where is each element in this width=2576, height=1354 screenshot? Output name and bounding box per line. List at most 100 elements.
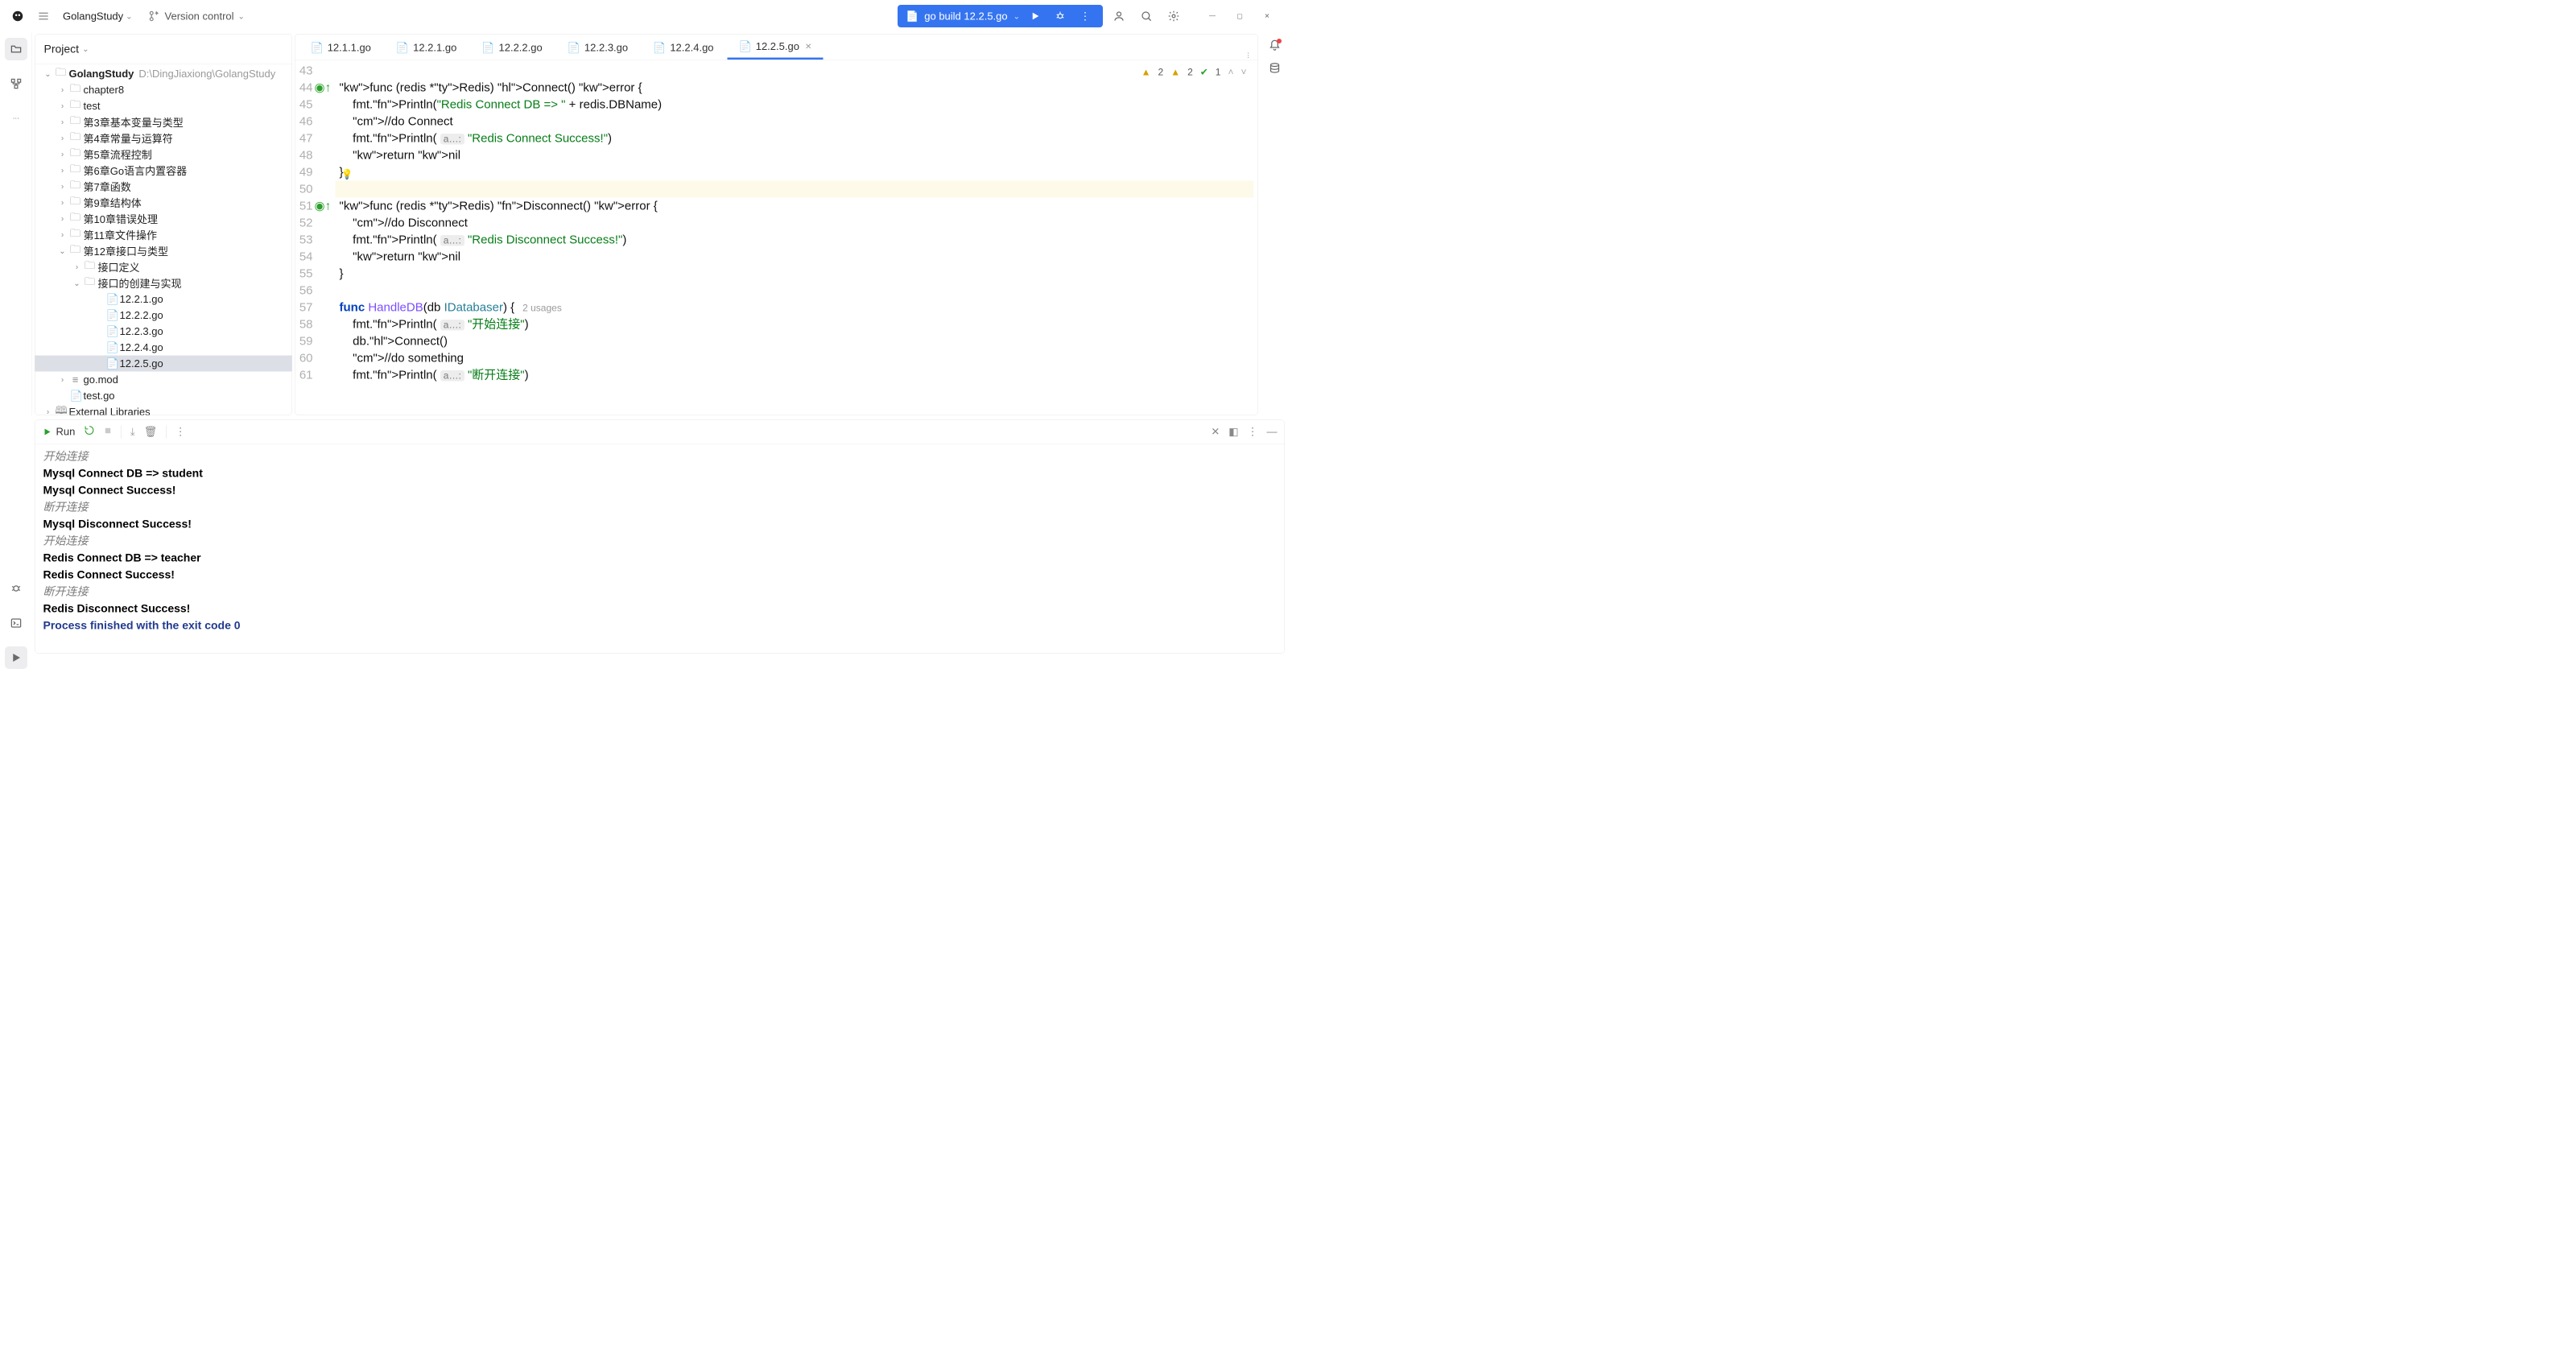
run-output[interactable]: 开始连接Mysql Connect DB => studentMysql Con… — [35, 444, 1285, 654]
run-config-widget[interactable]: 📄 go build 12.2.5.go ⌄ ⋮ — [898, 5, 1103, 27]
editor-tab[interactable]: 📄12.2.5.go✕ — [728, 35, 824, 60]
window-maximize-button[interactable]: ▢ — [1228, 5, 1251, 27]
more-tools-icon[interactable]: ⋯ — [5, 107, 27, 130]
code-line[interactable]: fmt."fn">Println("Redis Connect DB => " … — [340, 97, 1258, 114]
tree-node[interactable]: ›≡go.mod — [35, 372, 292, 388]
gutter-row[interactable]: 45 — [295, 97, 331, 114]
code-line[interactable]: "kw">return "kw">nil — [340, 249, 1258, 266]
project-selector[interactable]: GolangStudy ⌄ — [63, 10, 133, 23]
tree-node[interactable]: ›🗀chapter8 — [35, 82, 292, 98]
tree-node[interactable]: ›🗀第11章文件操作 — [35, 227, 292, 243]
code-line[interactable]: "cm">//do something — [340, 350, 1258, 367]
project-tree[interactable]: ⌄🗀GolangStudyD:\DingJiaxiong\GolangStudy… — [35, 64, 292, 415]
gutter-row[interactable]: 56 — [295, 283, 331, 299]
clear-icon[interactable]: 🗑 — [144, 426, 158, 439]
tree-node[interactable]: ›🗀第4章常量与运算符 — [35, 130, 292, 147]
code-line[interactable]: } — [340, 266, 1258, 283]
gutter-row[interactable]: 58 — [295, 316, 331, 333]
gutter-row[interactable]: 60 — [295, 350, 331, 367]
code-line[interactable] — [340, 63, 1258, 80]
tabs-more-icon[interactable]: ⋮ — [1245, 52, 1252, 60]
tree-node[interactable]: ⌄🗀接口的创建与实现 — [35, 275, 292, 291]
tree-node[interactable]: ›🗀第6章Go语言内置容器 — [35, 163, 292, 179]
project-tool-icon[interactable] — [5, 38, 27, 60]
code-line[interactable]: "kw">func (redis *"ty">Redis) "fn">Disco… — [340, 198, 1258, 215]
database-tool-icon[interactable] — [1269, 63, 1281, 77]
code-line[interactable]: func HandleDB(db IDatabaser) {2 usages — [340, 299, 1258, 316]
run-more-icon[interactable]: ⋮ — [175, 426, 186, 439]
inspections-widget[interactable]: ▲2 ▲2 ✔1 ˄ ˅ — [1141, 64, 1247, 81]
minimize-run-icon[interactable]: — — [1267, 426, 1278, 439]
window-minimize-button[interactable]: — — [1201, 5, 1224, 27]
run-tool-icon[interactable] — [5, 646, 27, 669]
tree-node[interactable]: 📄12.2.4.go — [35, 340, 292, 356]
tree-node[interactable]: ›🗀第9章结构体 — [35, 195, 292, 211]
gutter-row[interactable]: 49 — [295, 164, 331, 181]
editor-code[interactable]: "kw">func (redis *"ty">Redis) "hl">Conne… — [336, 60, 1258, 415]
editor-tab[interactable]: 📄12.1.1.go — [299, 35, 382, 60]
editor-tab[interactable]: 📄12.2.1.go — [385, 35, 468, 60]
vcs-widget[interactable]: Version control ⌄ — [149, 10, 245, 23]
tree-node[interactable]: 📄12.2.3.go — [35, 324, 292, 340]
stop-icon[interactable] — [103, 426, 112, 439]
search-icon[interactable] — [1135, 5, 1158, 27]
code-line[interactable]: } — [340, 164, 1258, 181]
gutter-row[interactable]: 47 — [295, 130, 331, 147]
structure-tool-icon[interactable] — [5, 72, 27, 95]
tree-node[interactable]: ⌄🗀第12章接口与类型 — [35, 243, 292, 259]
terminal-tool-icon[interactable] — [5, 612, 27, 634]
more-actions-icon[interactable]: ⋮ — [1075, 5, 1095, 27]
code-line[interactable]: "cm">//do Connect — [340, 114, 1258, 130]
services-tool-icon[interactable] — [5, 577, 27, 600]
code-line[interactable]: fmt."fn">Println( a…: "Redis Disconnect … — [340, 232, 1258, 249]
code-line[interactable]: "kw">return "kw">nil — [340, 147, 1258, 164]
prev-highlight-icon[interactable]: ˄ — [1228, 64, 1233, 81]
debug-button[interactable] — [1051, 5, 1070, 27]
run-button[interactable] — [1026, 5, 1045, 27]
intention-bulb-icon[interactable]: 💡 — [341, 167, 353, 184]
code-line[interactable]: "cm">//do Disconnect — [340, 215, 1258, 232]
gutter-row[interactable]: 61 — [295, 367, 331, 384]
code-line[interactable]: fmt."fn">Println( a…: "开始连接") — [340, 316, 1258, 333]
code-with-me-icon[interactable] — [1108, 5, 1130, 27]
options-icon[interactable]: ⋮ — [1248, 426, 1258, 439]
gutter-row[interactable]: 57 — [295, 299, 331, 316]
gutter-row[interactable]: 52 — [295, 215, 331, 232]
gutter-row[interactable]: 51◉↑ — [295, 198, 331, 215]
close-tab-icon[interactable]: ✕ — [805, 42, 811, 52]
settings-icon[interactable] — [1162, 5, 1185, 27]
window-close-button[interactable]: ✕ — [1256, 5, 1278, 27]
gutter-row[interactable]: 54 — [295, 249, 331, 266]
tree-node[interactable]: ›🗀第3章基本变量与类型 — [35, 114, 292, 130]
main-menu-button[interactable] — [35, 8, 52, 24]
editor-tab[interactable]: 📄12.2.4.go — [642, 35, 724, 60]
code-line[interactable]: fmt."fn">Println( a…: "Redis Connect Suc… — [340, 130, 1258, 147]
next-highlight-icon[interactable]: ˅ — [1241, 64, 1246, 81]
tree-node[interactable]: ›🗀第10章错误处理 — [35, 211, 292, 227]
tree-node[interactable]: ›🗀接口定义 — [35, 259, 292, 275]
code-line[interactable]: db."hl">Connect() — [340, 333, 1258, 350]
code-editor[interactable]: 4344◉↑45464748495051◉↑525354555657585960… — [295, 60, 1258, 415]
gutter-row[interactable]: 50 — [295, 181, 331, 198]
tree-node[interactable]: ⌄🗀GolangStudyD:\DingJiaxiong\GolangStudy — [35, 66, 292, 82]
tree-node[interactable]: 📄12.2.5.go — [35, 356, 292, 372]
gutter-row[interactable]: 59 — [295, 333, 331, 350]
rerun-icon[interactable] — [84, 425, 94, 439]
run-tab[interactable]: Run — [43, 426, 76, 439]
gutter-row[interactable]: 46 — [295, 114, 331, 130]
tree-node[interactable]: ›🗀test — [35, 98, 292, 114]
close-run-icon[interactable]: ✕ — [1211, 426, 1220, 439]
gutter-row[interactable]: 53 — [295, 232, 331, 249]
code-line[interactable]: "kw">func (redis *"ty">Redis) "hl">Conne… — [340, 80, 1258, 97]
gutter-row[interactable]: 44◉↑ — [295, 80, 331, 97]
gutter-row[interactable]: 55 — [295, 266, 331, 283]
editor-tab[interactable]: 📄12.2.2.go — [470, 35, 553, 60]
layout-icon[interactable]: ◧ — [1228, 426, 1238, 439]
tree-node[interactable]: 📄test.go — [35, 388, 292, 404]
tree-node[interactable]: ›🗀第5章流程控制 — [35, 147, 292, 163]
project-panel-header[interactable]: Project ⌄ — [35, 35, 292, 64]
tree-node[interactable]: 📄12.2.1.go — [35, 291, 292, 308]
code-line[interactable]: fmt."fn">Println( a…: "断开连接") — [340, 367, 1258, 384]
gutter-row[interactable]: 43 — [295, 63, 331, 80]
gutter-row[interactable]: 48 — [295, 147, 331, 164]
